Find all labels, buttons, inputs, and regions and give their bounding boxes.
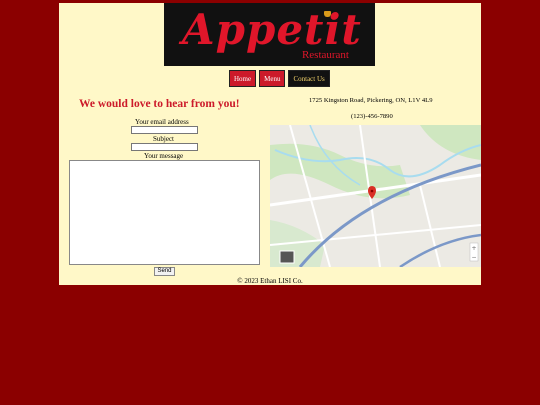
restaurant-logo: Appetit Restaurant xyxy=(164,3,375,66)
cup-icon xyxy=(324,11,331,17)
contact-heading: We would love to hear from you! xyxy=(79,98,240,110)
send-button[interactable]: Send xyxy=(154,267,175,276)
message-textarea[interactable] xyxy=(69,160,260,265)
restaurant-phone: (123)-456-7890 xyxy=(351,113,393,120)
page-container: Appetit Restaurant Home Menu Contact Us … xyxy=(59,3,481,285)
subject-field[interactable] xyxy=(131,143,198,151)
nav-menu-link[interactable]: Menu xyxy=(259,70,286,87)
map-layer-toggle[interactable] xyxy=(279,250,295,264)
footer-copyright: © 2023 Ethan LISI Co. xyxy=(237,277,303,285)
zoom-in-icon[interactable]: + xyxy=(471,245,476,252)
main-nav: Home Menu Contact Us xyxy=(229,70,330,87)
map-canvas: + − xyxy=(270,125,481,267)
logo-script-text: Appetit xyxy=(182,5,362,54)
message-label: Your message xyxy=(144,152,184,160)
nav-home-link[interactable]: Home xyxy=(229,70,257,87)
nav-contact-link[interactable]: Contact Us xyxy=(288,70,330,87)
subject-label: Subject xyxy=(153,135,174,143)
zoom-out-icon[interactable]: − xyxy=(471,254,476,261)
email-label: Your email address xyxy=(135,118,189,126)
location-map[interactable]: + − xyxy=(270,125,481,267)
restaurant-address: 1725 Kingston Road, Pickering, ON, L1V 4… xyxy=(309,97,433,104)
map-pin-dot xyxy=(370,189,374,193)
logo-subtitle: Restaurant xyxy=(301,49,349,61)
email-field[interactable] xyxy=(131,126,198,134)
